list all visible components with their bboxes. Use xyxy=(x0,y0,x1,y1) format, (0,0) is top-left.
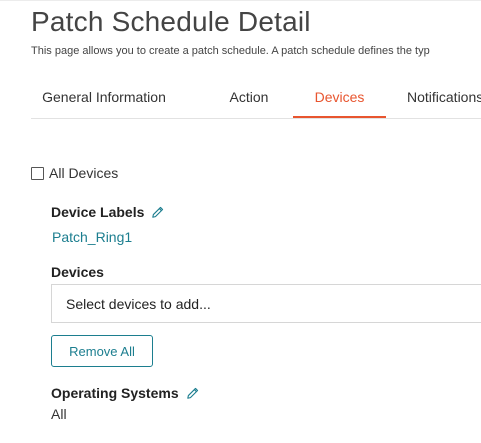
top-divider xyxy=(0,0,481,1)
device-select-placeholder: Select devices to add... xyxy=(66,296,211,312)
operating-systems-heading: Operating Systems xyxy=(51,385,200,401)
pencil-icon[interactable] xyxy=(185,386,200,401)
devices-heading: Devices xyxy=(51,264,104,280)
devices-heading-text: Devices xyxy=(51,264,104,280)
device-select-input[interactable]: Select devices to add... xyxy=(51,284,481,323)
tab-bar: General Information Action Devices Notif… xyxy=(31,80,481,119)
operating-systems-heading-text: Operating Systems xyxy=(51,385,179,401)
device-labels-heading-text: Device Labels xyxy=(51,204,145,220)
remove-all-button[interactable]: Remove All xyxy=(51,335,153,367)
page-description: This page allows you to create a patch s… xyxy=(31,45,430,57)
pencil-icon[interactable] xyxy=(150,205,165,220)
device-label-link[interactable]: Patch_Ring1 xyxy=(52,229,132,245)
tab-notifications[interactable]: Notifications xyxy=(407,80,481,117)
checkbox-box[interactable] xyxy=(31,166,44,180)
tab-devices[interactable]: Devices xyxy=(293,80,386,118)
tab-general-information[interactable]: General Information xyxy=(31,80,177,117)
tab-action[interactable]: Action xyxy=(209,80,289,117)
device-labels-heading: Device Labels xyxy=(51,204,165,220)
operating-systems-value: All xyxy=(51,406,67,422)
all-devices-label: All Devices xyxy=(49,165,119,181)
all-devices-checkbox[interactable]: All Devices xyxy=(31,165,118,181)
page-title: Patch Schedule Detail xyxy=(31,6,311,37)
patch-schedule-page: Patch Schedule Detail This page allows y… xyxy=(0,0,481,443)
